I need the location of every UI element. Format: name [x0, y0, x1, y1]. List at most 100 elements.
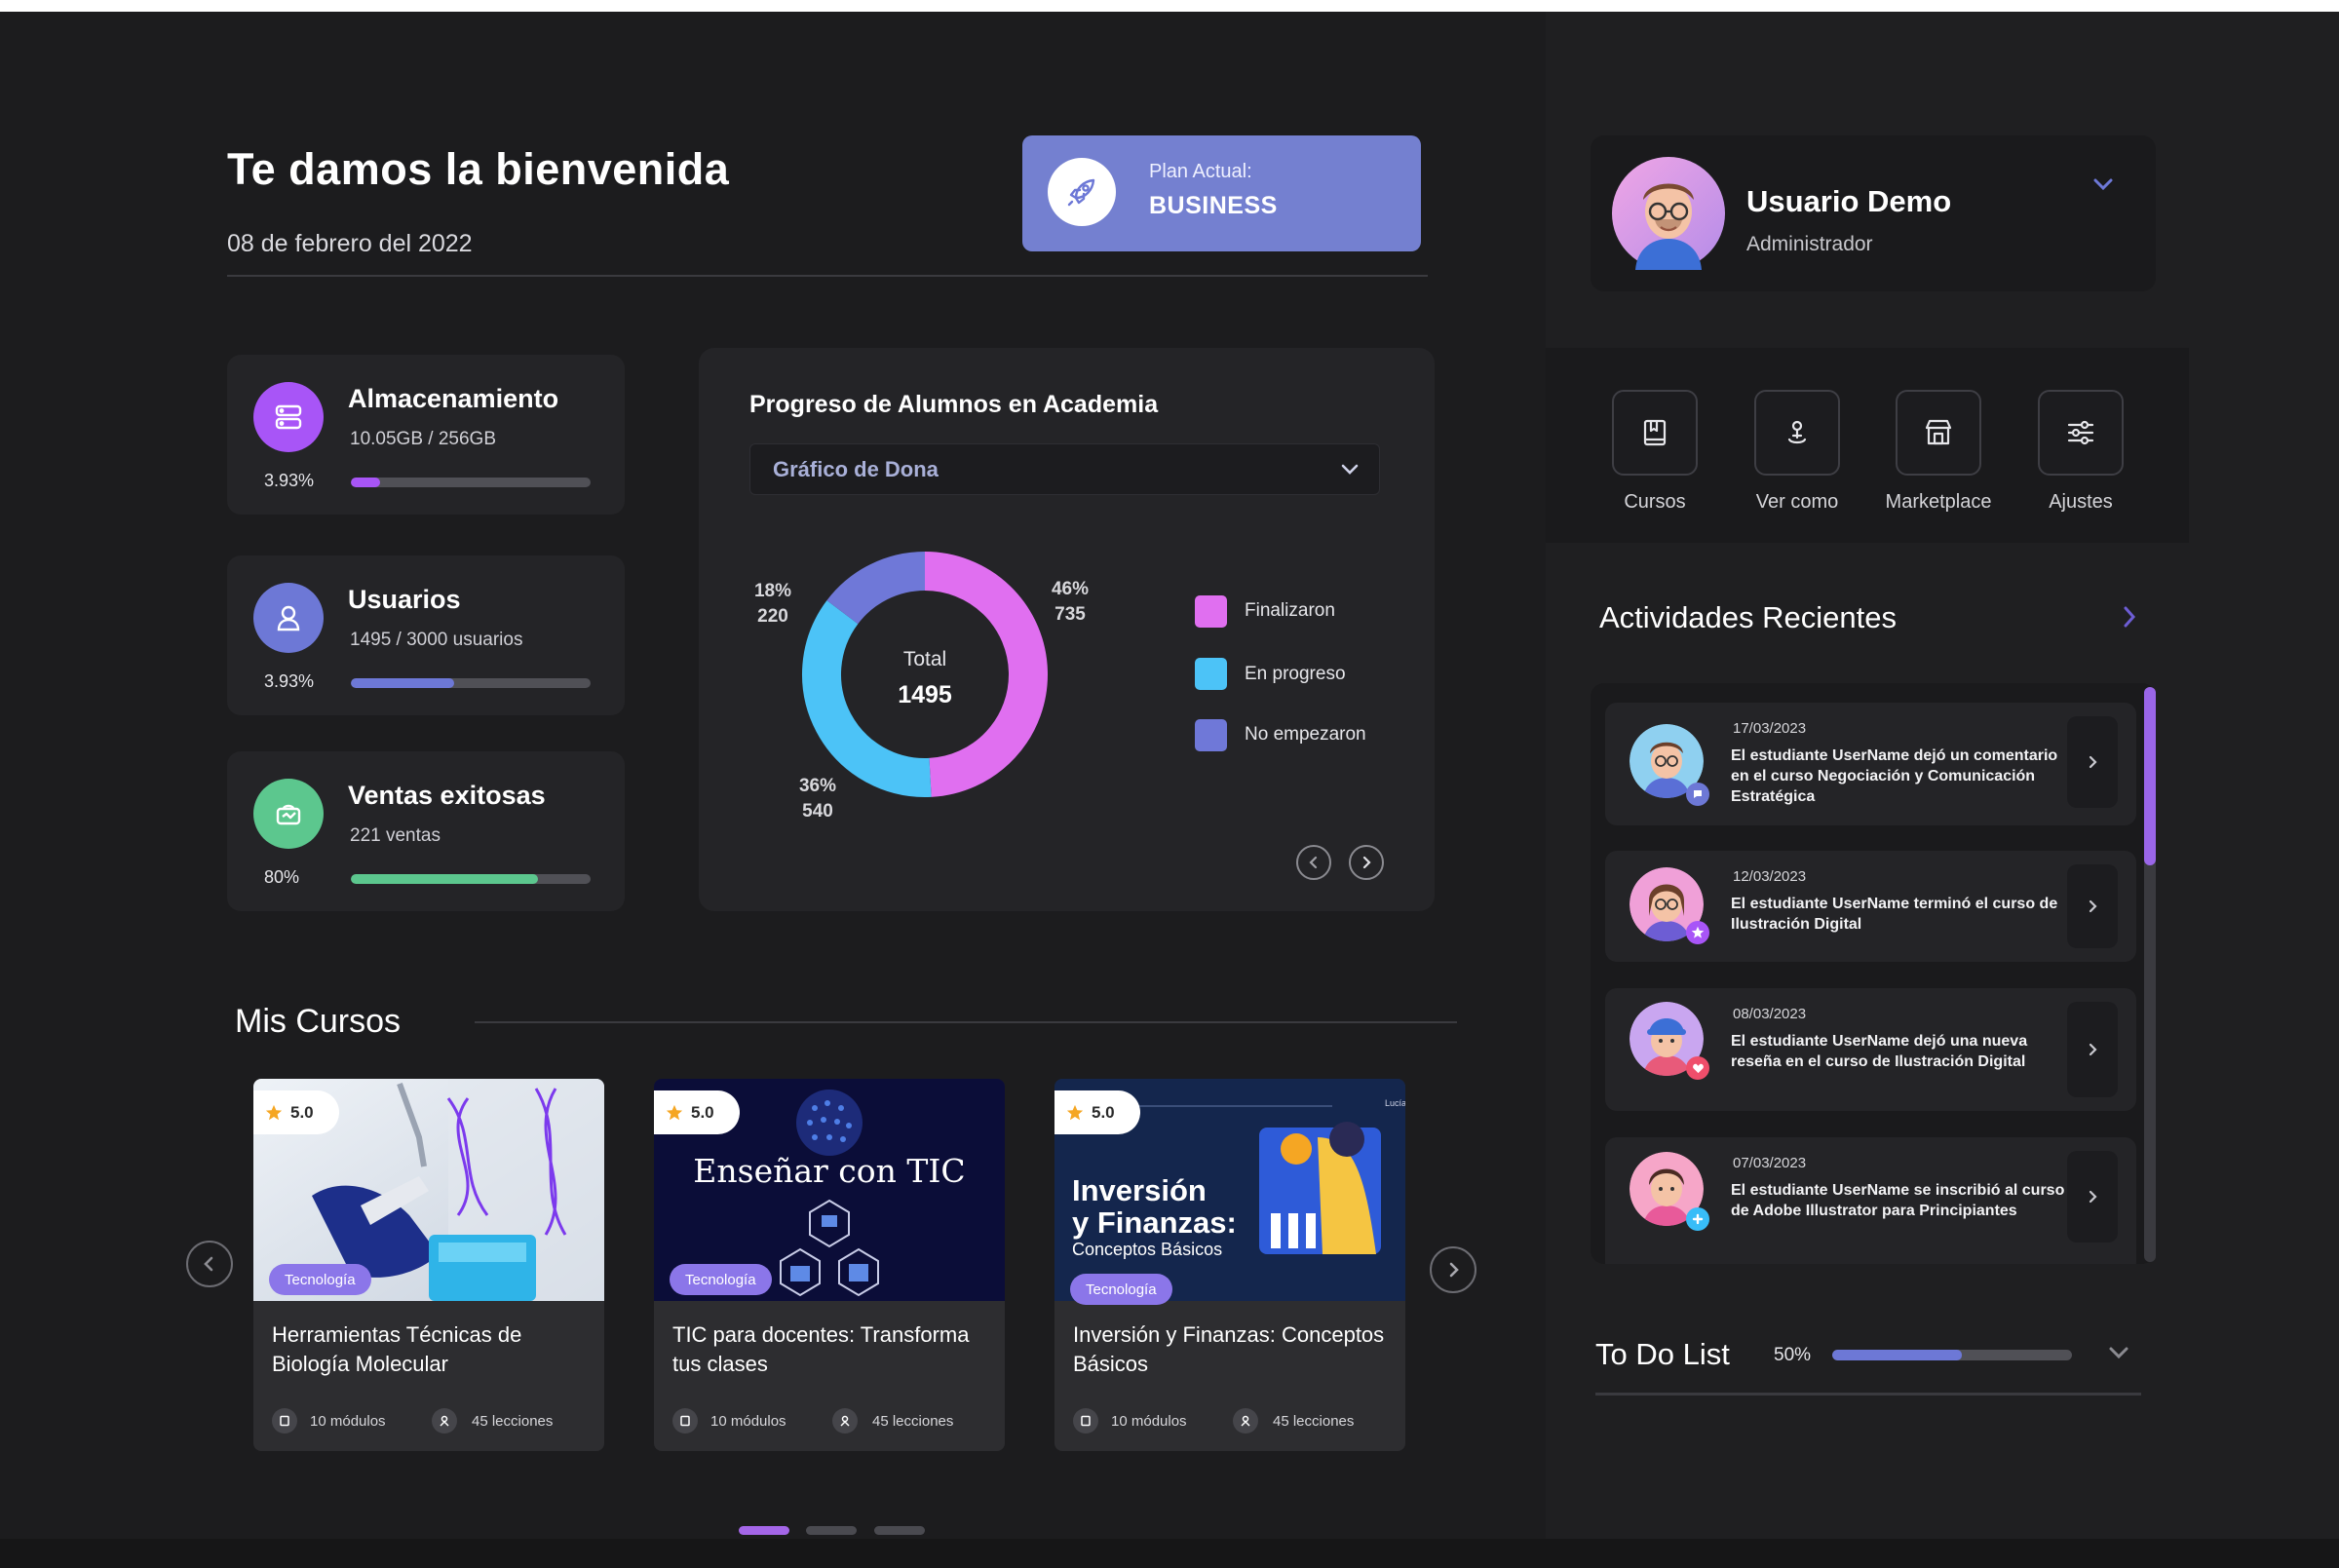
chevron-down-icon[interactable] [2086, 167, 2121, 207]
activity-text: El estudiante UserName se inscribió al c… [1731, 1182, 2065, 1219]
donut-slice-no-empezaron[interactable] [826, 552, 926, 625]
label-pct: 46% [1051, 579, 1090, 599]
storage-icon [253, 382, 324, 452]
course-rating: 5.0 [253, 1090, 339, 1134]
stat-title: Usuarios [348, 585, 461, 614]
quick-action-label: Cursos [1624, 491, 1686, 513]
course-card[interactable]: Inversión y Finanzas: Conceptos Básicos … [1054, 1079, 1405, 1451]
comment-icon [1686, 783, 1709, 806]
rocket-icon [1048, 158, 1116, 226]
plan-value: BUSINESS [1149, 192, 1278, 219]
plan-label: Plan Actual: [1149, 161, 1252, 182]
course-modules: 10 módulos [310, 1413, 386, 1430]
label-count: 735 [1054, 604, 1086, 625]
todo-progress-bar [1832, 1350, 2072, 1360]
ver-como-button[interactable] [1754, 390, 1840, 476]
sliders-icon [2067, 420, 2094, 445]
quick-action-label: Ver como [1755, 491, 1839, 513]
course-tag: Tecnología [1070, 1274, 1172, 1305]
course-title: TIC para docentes: Transforma tus clases [672, 1322, 970, 1376]
carousel-dot-active[interactable] [739, 1526, 789, 1535]
donut-center-value: 1495 [898, 681, 952, 708]
avatar [1612, 157, 1725, 270]
chevron-right-icon [2124, 606, 2136, 628]
donut-slice-finalizaron[interactable] [924, 552, 1048, 797]
courses-prev-button[interactable] [186, 1241, 233, 1287]
chart-next-button[interactable] [1349, 845, 1384, 880]
chart-type-dropdown[interactable]: Gráfico de Dona [749, 443, 1380, 495]
course-modules: 10 módulos [710, 1413, 786, 1430]
star-icon [265, 1104, 283, 1120]
modules-icon [1073, 1408, 1098, 1434]
user-profile-card[interactable]: Usuario Demo Administrador [1591, 135, 2156, 291]
current-plan-card[interactable]: Plan Actual: BUSINESS [1022, 135, 1421, 251]
course-lessons: 45 lecciones [872, 1413, 954, 1430]
course-image-title: Enseñar con TIC [693, 1152, 966, 1190]
course-title: Herramientas Técnicas de Biología Molecu… [272, 1322, 522, 1376]
chart-prev-button[interactable] [1296, 845, 1331, 880]
course-rating: 5.0 [1054, 1090, 1140, 1134]
activity-item[interactable]: 17/03/2023 El estudiante UserName dejó u… [1605, 703, 2136, 825]
activity-item[interactable]: 07/03/2023 El estudiante UserName se ins… [1605, 1137, 2136, 1264]
courses-next-button[interactable] [1430, 1246, 1476, 1293]
chevron-right-icon [2089, 755, 2097, 769]
star-icon [1066, 1104, 1084, 1120]
plus-icon [1686, 1207, 1709, 1231]
user-role: Administrador [1746, 233, 1873, 255]
chevron-right-icon [1449, 1262, 1459, 1278]
lessons-icon [832, 1408, 858, 1434]
carousel-dot[interactable] [806, 1526, 857, 1535]
header-divider [227, 275, 1428, 277]
storage-card: Almacenamiento 10.05GB / 256GB 3.93% [227, 355, 625, 515]
course-image-title: Inversión y Finanzas: [1072, 1173, 1237, 1240]
legend-swatch-en-progreso [1195, 658, 1227, 690]
course-image-author: Lucía [1385, 1098, 1405, 1108]
chevron-right-icon [2089, 1043, 2097, 1056]
chevron-right-icon [2089, 1190, 2097, 1204]
activity-text: El estudiante UserName dejó una nueva re… [1731, 1033, 2028, 1070]
label-pct: 36% [798, 776, 837, 796]
cursos-button[interactable] [1612, 390, 1698, 476]
chevron-left-icon [1309, 856, 1318, 869]
activity-item[interactable]: 12/03/2023 El estudiante UserName termin… [1605, 851, 2136, 962]
activity-open-button[interactable] [2067, 864, 2118, 948]
lessons-icon [432, 1408, 457, 1434]
course-lessons: 45 lecciones [472, 1413, 554, 1430]
activity-date: 17/03/2023 [1733, 720, 1807, 737]
donut-center-label: Total [902, 648, 947, 670]
activities-list: 17/03/2023 El estudiante UserName dejó u… [1591, 683, 2156, 1264]
student-progress-card: Progreso de Alumnos en Academia Gráfico … [699, 348, 1435, 911]
chevron-down-icon [2109, 1347, 2128, 1359]
page-title: Te damos la bienvenida [227, 144, 730, 194]
activity-text: El estudiante UserName terminó el curso … [1731, 896, 2058, 933]
user-name: Usuario Demo [1746, 184, 1952, 218]
activity-open-button[interactable] [2067, 1151, 2118, 1243]
todo-percent: 50% [1774, 1345, 1812, 1365]
carousel-dot[interactable] [874, 1526, 925, 1535]
label-finalizaron: 46% 735 [1041, 577, 1099, 628]
course-modules: 10 módulos [1111, 1413, 1187, 1430]
label-en-progreso: 36% 540 [788, 774, 847, 824]
todo-expand-button[interactable] [2101, 1335, 2136, 1375]
activity-item[interactable]: 08/03/2023 El estudiante UserName dejó u… [1605, 988, 2136, 1111]
marketplace-button[interactable] [1896, 390, 1981, 476]
stat-progress-bar [351, 678, 591, 688]
stat-subtitle: 221 ventas [350, 825, 441, 846]
activity-open-button[interactable] [2067, 716, 2118, 808]
chevron-right-icon [2089, 899, 2097, 913]
heart-icon [1686, 1056, 1709, 1080]
course-card[interactable]: Enseñar con TIC 5.0 Tecnología TIC para … [654, 1079, 1005, 1451]
course-card[interactable]: 5.0 Tecnología Herramientas Técnicas de … [253, 1079, 604, 1451]
quick-action-label: Ajustes [2049, 491, 2113, 513]
course-lessons: 45 lecciones [1273, 1413, 1355, 1430]
todo-title: To Do List [1595, 1337, 1730, 1371]
app-window: Te damos la bienvenida 08 de febrero del… [0, 12, 2339, 1568]
activity-open-button[interactable] [2067, 1002, 2118, 1097]
activities-more-button[interactable] [2115, 602, 2144, 636]
stat-subtitle: 1495 / 3000 usuarios [350, 630, 523, 650]
legend-label: No empezaron [1245, 724, 1366, 745]
ajustes-button[interactable] [2038, 390, 2124, 476]
activities-scrollbar-thumb[interactable] [2144, 687, 2156, 865]
book-icon [1643, 419, 1667, 446]
course-tag: Tecnología [670, 1264, 772, 1295]
